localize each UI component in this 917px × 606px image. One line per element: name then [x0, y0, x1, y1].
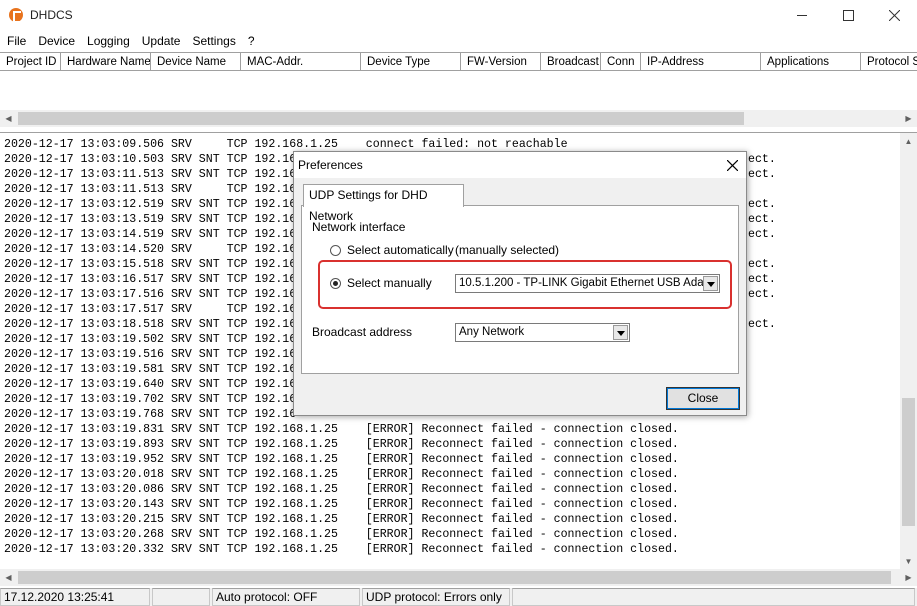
log-line: 2020-12-17 13:03:09.506 SRV TCP 192.168.…: [4, 138, 568, 151]
scrollbar-thumb[interactable]: [18, 571, 891, 584]
column-header-fw-version[interactable]: FW-Version: [461, 53, 541, 71]
log-line: 2020-12-17 13:03:20.018 SRV SNT TCP 192.…: [4, 468, 679, 481]
auto-selection-note: (manually selected): [455, 243, 560, 257]
tab-udp-settings[interactable]: UDP Settings for DHD Network: [303, 184, 464, 223]
app-icon: [9, 8, 23, 23]
close-button[interactable]: Close: [666, 387, 740, 410]
close-icon: [888, 10, 900, 21]
column-header-project-id[interactable]: Project ID: [0, 53, 61, 71]
select-automatically-label: Select automatically: [347, 243, 454, 257]
minimize-button[interactable]: [779, 0, 825, 31]
status-auto-protocol: Auto protocol: OFF: [212, 588, 360, 606]
column-header-device-type[interactable]: Device Type: [361, 53, 461, 71]
column-header-broadcast[interactable]: Broadcast: [541, 53, 601, 71]
dialog-title-bar: Preferences: [294, 152, 746, 178]
column-header-hardware-name[interactable]: Hardware Name: [61, 53, 151, 71]
log-line: 2020-12-17 13:03:19.831 SRV SNT TCP 192.…: [4, 423, 679, 436]
log-horizontal-scrollbar[interactable]: ◀ ▶: [0, 569, 917, 586]
menu-update[interactable]: Update: [136, 31, 187, 51]
column-header-mac-addr[interactable]: MAC-Addr.: [241, 53, 361, 71]
column-header-protocol[interactable]: Protocol S: [861, 53, 917, 71]
dialog-title: Preferences: [298, 158, 363, 172]
status-udp-protocol: UDP protocol: Errors only: [362, 588, 510, 606]
scroll-right-icon[interactable]: ▶: [900, 110, 917, 127]
broadcast-address-select[interactable]: Any Network: [455, 323, 630, 342]
close-window-button[interactable]: [871, 0, 917, 31]
log-vertical-scrollbar[interactable]: ▲ ▼: [900, 133, 917, 569]
scroll-right-icon[interactable]: ▶: [900, 569, 917, 586]
menu-help[interactable]: ?: [242, 31, 261, 51]
log-line-tail: ect.: [748, 258, 776, 271]
network-adapter-select[interactable]: 10.5.1.200 - TP-LINK Gigabit Ethernet US…: [455, 274, 720, 293]
status-datetime: 17.12.2020 13:25:41: [0, 588, 150, 606]
log-line-tail: ect.: [748, 168, 776, 181]
menu-logging[interactable]: Logging: [81, 31, 136, 51]
log-line-tail: ect.: [748, 288, 776, 301]
chevron-down-icon[interactable]: [613, 325, 628, 340]
broadcast-address-label: Broadcast address: [312, 325, 413, 339]
log-line: 2020-12-17 13:03:20.143 SRV SNT TCP 192.…: [4, 498, 679, 511]
udp-settings-panel: Network interface Select automatically (…: [301, 205, 739, 374]
preferences-dialog: Preferences UDP Settings for DHD Network…: [293, 151, 747, 416]
scroll-left-icon[interactable]: ◀: [0, 569, 17, 586]
menu-bar: File Device Logging Update Settings ?: [0, 31, 917, 51]
select-manually-label: Select manually: [347, 276, 432, 290]
radio-auto[interactable]: [330, 244, 341, 256]
menu-device[interactable]: Device: [32, 31, 81, 51]
column-header-device-name[interactable]: Device Name: [151, 53, 241, 71]
menu-settings[interactable]: Settings: [186, 31, 241, 51]
log-line: 2020-12-17 13:03:20.268 SRV SNT TCP 192.…: [4, 528, 679, 541]
column-header-ip-address[interactable]: IP-Address: [641, 53, 761, 71]
log-line-tail: ect.: [748, 228, 776, 241]
broadcast-address-value: Any Network: [459, 326, 525, 338]
column-header-conn[interactable]: Conn: [601, 53, 641, 71]
log-line: 2020-12-17 13:03:19.952 SRV SNT TCP 192.…: [4, 453, 679, 466]
device-table-horizontal-scrollbar[interactable]: ◀ ▶: [0, 110, 917, 127]
log-line: 2020-12-17 13:03:20.086 SRV SNT TCP 192.…: [4, 483, 679, 496]
log-line: 2020-12-17 13:03:20.215 SRV SNT TCP 192.…: [4, 513, 679, 526]
log-line: 2020-12-17 13:03:19.893 SRV SNT TCP 192.…: [4, 438, 679, 451]
status-blank: [152, 588, 210, 606]
maximize-button[interactable]: [825, 0, 871, 31]
close-icon: [726, 159, 738, 171]
device-table: Project ID Hardware Name Device Name MAC…: [0, 52, 917, 131]
scrollbar-thumb[interactable]: [18, 112, 744, 125]
log-line-tail: ect.: [748, 318, 776, 331]
log-line-tail: ect.: [748, 273, 776, 286]
select-manually-option[interactable]: Select manually: [330, 276, 432, 290]
select-automatically-option[interactable]: Select automatically: [330, 243, 454, 257]
scrollbar-thumb[interactable]: [902, 398, 915, 526]
dialog-close-button[interactable]: [724, 157, 740, 173]
status-extra: [512, 588, 915, 606]
log-line: 2020-12-17 13:03:20.332 SRV SNT TCP 192.…: [4, 543, 679, 556]
chevron-down-icon[interactable]: [703, 276, 718, 291]
log-line-tail: ect.: [748, 213, 776, 226]
window-title: DHDCS: [30, 8, 73, 22]
menu-file[interactable]: File: [0, 31, 32, 51]
column-header-applications[interactable]: Applications: [761, 53, 861, 71]
table-header: Project ID Hardware Name Device Name MAC…: [0, 53, 917, 71]
radio-manual[interactable]: [330, 277, 341, 289]
scroll-left-icon[interactable]: ◀: [0, 110, 17, 127]
scroll-down-icon[interactable]: ▼: [900, 553, 917, 569]
status-bar: 17.12.2020 13:25:41 Auto protocol: OFF U…: [0, 588, 917, 606]
network-adapter-value: 10.5.1.200 - TP-LINK Gigabit Ethernet US…: [459, 277, 705, 289]
log-line-tail: ect.: [748, 198, 776, 211]
scroll-up-icon[interactable]: ▲: [900, 133, 917, 150]
title-bar: DHDCS: [0, 0, 917, 31]
log-line-tail: ect.: [748, 153, 776, 166]
